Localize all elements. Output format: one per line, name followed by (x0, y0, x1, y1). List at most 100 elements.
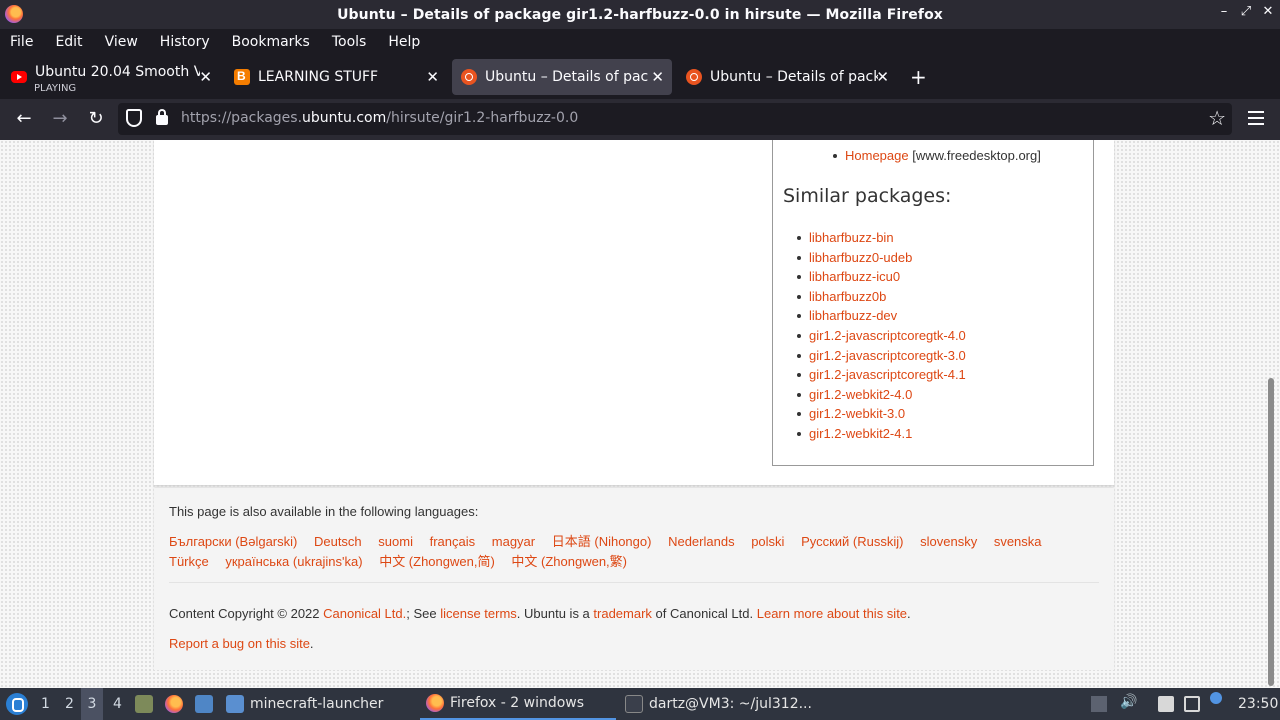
list-item: gir1.2-javascriptcoregtk-4.0 (797, 326, 966, 346)
volume-icon[interactable]: 🔊 (1120, 694, 1137, 710)
similar-package-link[interactable]: gir1.2-javascriptcoregtk-4.0 (809, 328, 966, 343)
bookmark-star-icon[interactable]: ☆ (1208, 106, 1226, 130)
page-viewport: Homepage [www.freedesktop.org] Similar p… (0, 140, 1280, 688)
tracking-protection-icon[interactable] (126, 109, 142, 127)
language-link[interactable]: 中文 (Zhongwen,繁) (511, 554, 627, 569)
language-link[interactable]: українська (ukrajins'ka) (225, 554, 362, 569)
workspace-1[interactable]: 1 (41, 696, 50, 712)
similar-package-link[interactable]: libharfbuzz-bin (809, 230, 894, 245)
menu-file[interactable]: File (10, 34, 33, 50)
package-sidebar: Homepage [www.freedesktop.org] Similar p… (772, 140, 1094, 466)
language-link[interactable]: 中文 (Zhongwen,简) (379, 554, 495, 569)
desktop-launcher-icon[interactable] (195, 695, 213, 713)
close-tab-icon[interactable]: ✕ (426, 68, 439, 86)
page-footer: This page is also available in the follo… (154, 488, 1114, 670)
similar-package-link[interactable]: libharfbuzz0b (809, 289, 886, 304)
language-link[interactable]: suomi (378, 534, 413, 549)
language-link[interactable]: Deutsch (314, 534, 362, 549)
language-link[interactable]: français (430, 534, 476, 549)
app-menu-icon[interactable] (1248, 111, 1264, 129)
display-icon[interactable] (1184, 696, 1200, 712)
start-menu-icon[interactable] (6, 693, 28, 715)
similar-package-link[interactable]: libharfbuzz-dev (809, 308, 897, 323)
list-item: gir1.2-webkit2-4.0 (797, 385, 966, 405)
url-bar[interactable]: https://packages.ubuntu.com/hirsute/gir1… (118, 103, 1232, 135)
similar-package-link[interactable]: gir1.2-javascriptcoregtk-4.1 (809, 367, 966, 382)
window-title: Ubuntu – Details of package gir1.2-harfb… (337, 6, 943, 23)
url-text[interactable]: https://packages.ubuntu.com/hirsute/gir1… (181, 110, 578, 126)
tab-ubuntu-active[interactable]: Ubuntu – Details of package ✕ (452, 59, 672, 95)
list-item: gir1.2-webkit2-4.1 (797, 424, 966, 444)
list-item: gir1.2-javascriptcoregtk-3.0 (797, 346, 966, 366)
similar-package-link[interactable]: libharfbuzz-icu0 (809, 269, 900, 284)
close-tab-icon[interactable]: ✕ (876, 68, 889, 86)
forward-button[interactable]: → (48, 108, 72, 129)
tab-learning-stuff[interactable]: LEARNING STUFF ✕ (225, 59, 447, 95)
firefox-icon (426, 694, 444, 712)
page-scrollbar[interactable] (1268, 378, 1274, 686)
license-terms-link[interactable]: license terms (440, 606, 517, 621)
menu-bookmarks[interactable]: Bookmarks (232, 34, 310, 50)
menu-history[interactable]: History (160, 34, 210, 50)
report-bug-link[interactable]: Report a bug on this site (169, 636, 310, 651)
workspace-3[interactable]: 3 (81, 688, 103, 720)
languages-intro: This page is also available in the follo… (169, 504, 479, 519)
language-link[interactable]: magyar (492, 534, 535, 549)
close-tab-icon[interactable]: ✕ (651, 68, 664, 86)
language-link[interactable]: Nederlands (668, 534, 735, 549)
tab-playing-label: PLAYING (34, 83, 77, 94)
list-item: libharfbuzz0-udeb (797, 248, 966, 268)
list-item: libharfbuzz0b (797, 287, 966, 307)
similar-package-link[interactable]: gir1.2-webkit2-4.1 (809, 426, 912, 441)
similar-packages-heading: Similar packages: (783, 185, 952, 207)
menu-help[interactable]: Help (388, 34, 420, 50)
canonical-link[interactable]: Canonical Ltd. (323, 606, 406, 621)
tab-youtube[interactable]: Ubuntu 20.04 Smooth Video Playback PLAYI… (2, 59, 220, 95)
close-window-button[interactable]: ✕ (1258, 4, 1278, 19)
back-button[interactable]: ← (12, 108, 36, 129)
notification-icon[interactable] (1210, 692, 1222, 704)
language-link[interactable]: polski (751, 534, 784, 549)
file-manager-launcher-icon[interactable] (135, 695, 153, 713)
menu-edit[interactable]: Edit (55, 34, 82, 50)
list-item: libharfbuzz-icu0 (797, 267, 966, 287)
tab-ubuntu[interactable]: Ubuntu – Details of package ✕ (677, 59, 897, 95)
tab-label: Ubuntu – Details of package (710, 69, 878, 85)
taskbar-item-terminal[interactable]: dartz@VM3: ~/jul312... (625, 688, 825, 720)
taskbar-item-firefox[interactable]: Firefox - 2 windows (420, 688, 616, 720)
menu-view[interactable]: View (105, 34, 138, 50)
language-link[interactable]: Русский (Russkij) (801, 534, 903, 549)
language-link[interactable]: 日本語 (Nihongo) (552, 534, 652, 549)
similar-package-link[interactable]: gir1.2-webkit2-4.0 (809, 387, 912, 402)
tab-label: Ubuntu – Details of package (485, 69, 649, 85)
similar-package-link[interactable]: libharfbuzz0-udeb (809, 250, 912, 265)
taskbar-item-minecraft[interactable]: minecraft-launcher (226, 688, 414, 720)
terminal-icon (625, 695, 643, 713)
reload-button[interactable]: ↻ (84, 108, 108, 129)
trademark-link[interactable]: trademark (593, 606, 652, 621)
new-tab-button[interactable]: + (910, 65, 927, 89)
tray-arrow-icon[interactable] (1091, 696, 1107, 712)
workspace-4[interactable]: 4 (113, 696, 122, 712)
close-tab-icon[interactable]: ✕ (199, 68, 212, 86)
language-link[interactable]: slovensky (920, 534, 977, 549)
tab-label: LEARNING STUFF (258, 69, 379, 85)
lock-icon[interactable] (156, 109, 168, 125)
menu-tools[interactable]: Tools (332, 34, 367, 50)
similar-package-link[interactable]: gir1.2-webkit-3.0 (809, 406, 905, 421)
page-content: Homepage [www.freedesktop.org] Similar p… (154, 140, 1114, 485)
language-link[interactable]: Türkçe (169, 554, 209, 569)
workspace-2[interactable]: 2 (65, 696, 74, 712)
report-bug-line: Report a bug on this site. (169, 636, 314, 651)
window-titlebar: Ubuntu – Details of package gir1.2-harfb… (0, 0, 1280, 29)
language-link[interactable]: Български (Bəlgarski) (169, 534, 297, 549)
language-link[interactable]: svenska (994, 534, 1042, 549)
firefox-launcher-icon[interactable] (165, 695, 183, 713)
learn-more-link[interactable]: Learn more about this site (757, 606, 907, 621)
similar-package-link[interactable]: gir1.2-javascriptcoregtk-3.0 (809, 348, 966, 363)
maximize-button[interactable]: ⤢ (1236, 4, 1256, 19)
minimize-button[interactable]: – (1214, 4, 1234, 19)
clipboard-icon[interactable] (1158, 696, 1174, 712)
navigation-toolbar: ← → ↻ https://packages.ubuntu.com/hirsut… (0, 99, 1280, 140)
homepage-link[interactable]: Homepage (845, 148, 909, 163)
